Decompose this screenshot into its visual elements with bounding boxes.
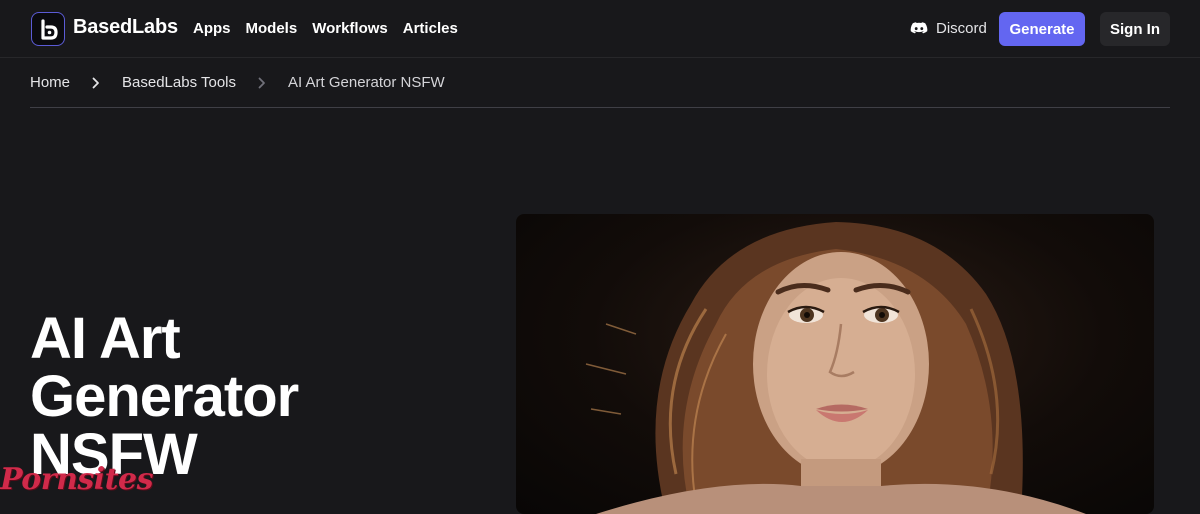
page-title-line: AI Art xyxy=(30,306,181,371)
brand-name[interactable]: BasedLabs xyxy=(73,16,178,39)
nav-link-models[interactable]: Models xyxy=(246,20,298,37)
breadcrumb: Home BasedLabs Tools AI Art Generator NS… xyxy=(30,58,1170,108)
top-navbar: BasedLabs Apps Models Workflows Articles… xyxy=(0,0,1200,58)
chevron-right-icon xyxy=(258,77,266,89)
discord-label: Discord xyxy=(936,20,987,37)
page-title-line: Generator xyxy=(30,364,299,429)
discord-icon xyxy=(910,21,928,33)
generate-button[interactable]: Generate xyxy=(999,12,1085,46)
nav-link-articles[interactable]: Articles xyxy=(403,20,458,37)
watermark-logo: Pornsites xyxy=(0,462,154,497)
page-title: AI Art Generator NSFW xyxy=(30,310,490,484)
hero-portrait-image xyxy=(516,214,1154,514)
sign-in-button[interactable]: Sign In xyxy=(1100,12,1170,46)
breadcrumb-home[interactable]: Home xyxy=(30,74,70,91)
discord-link[interactable]: Discord xyxy=(910,20,987,37)
breadcrumb-basedlabs-tools[interactable]: BasedLabs Tools xyxy=(122,74,236,91)
nav-link-apps[interactable]: Apps xyxy=(193,20,231,37)
breadcrumb-current-page: AI Art Generator NSFW xyxy=(288,74,445,91)
chevron-right-icon xyxy=(92,77,100,89)
nav-link-workflows[interactable]: Workflows xyxy=(312,20,388,37)
basedlabs-logo-icon[interactable] xyxy=(31,12,65,46)
main-nav: Apps Models Workflows Articles xyxy=(193,20,458,37)
